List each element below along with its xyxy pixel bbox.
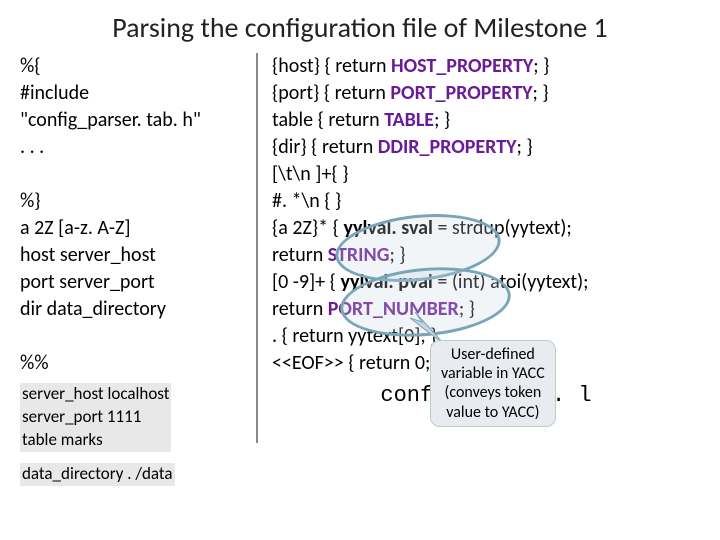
callout-line: (conveys token [441, 383, 545, 402]
config-snippet: data_directory . /data [20, 463, 175, 486]
token: STRING [328, 243, 390, 267]
token: TABLE [384, 108, 434, 132]
cfg-line: server_port 1111 [22, 406, 169, 429]
code-line: {dir} { return DDIR_PROPERTY; } [272, 134, 700, 161]
code-line: . . . [20, 134, 250, 161]
config-snippet: server_host localhost server_port 1111 t… [20, 383, 171, 452]
callout-line: variable in YACC [441, 364, 545, 383]
code-line: #include [20, 80, 250, 107]
callout-line: User-defined [441, 345, 545, 364]
cfg-line: table marks [22, 429, 169, 452]
code-line: [\t\n ]+{ } [272, 161, 700, 188]
code-line: [0 -9]+ { yylval. pval = (int) atoi(yyte… [272, 269, 700, 296]
yylval-sval: yylval. sval [343, 216, 432, 240]
code-line: {port} { return PORT_PROPERTY; } [272, 80, 700, 107]
code-line: #. *\n { } [272, 188, 700, 215]
code-line: "config_parser. tab. h" [20, 107, 250, 134]
code-line: table { return TABLE; } [272, 107, 700, 134]
code-line: %% [20, 350, 250, 377]
slide-title: Parsing the configuration file of Milest… [20, 10, 700, 45]
code-line: a 2Z [a-z. A-Z] [20, 215, 250, 242]
cfg-line: data_directory . /data [22, 463, 173, 486]
code-line: %{ [20, 53, 250, 80]
left-column: %{ #include "config_parser. tab. h" . . … [20, 53, 250, 487]
callout-box: User-defined variable in YACC (conveys t… [430, 340, 556, 427]
code-line: {a 2Z}* { yylval. sval = strdup(yytext); [272, 215, 700, 242]
code-line: host server_host [20, 242, 250, 269]
token: PORT_PROPERTY [390, 81, 532, 105]
code-line: return STRING; } [272, 242, 700, 269]
cfg-line: server_host localhost [22, 383, 169, 406]
content-area: %{ #include "config_parser. tab. h" . . … [20, 53, 700, 487]
column-divider [256, 53, 258, 443]
code-line: return PORT_NUMBER; } [272, 296, 700, 323]
code-line: {host} { return HOST_PROPERTY; } [272, 53, 700, 80]
code-line: port server_port [20, 269, 250, 296]
token: DDIR_PROPERTY [378, 135, 517, 159]
token: HOST_PROPERTY [391, 54, 533, 78]
code-line: %} [20, 188, 250, 215]
yylval-pval: yylval. pval [340, 270, 432, 294]
callout-line: value to YACC) [441, 403, 545, 422]
code-line: dir data_directory [20, 296, 250, 323]
